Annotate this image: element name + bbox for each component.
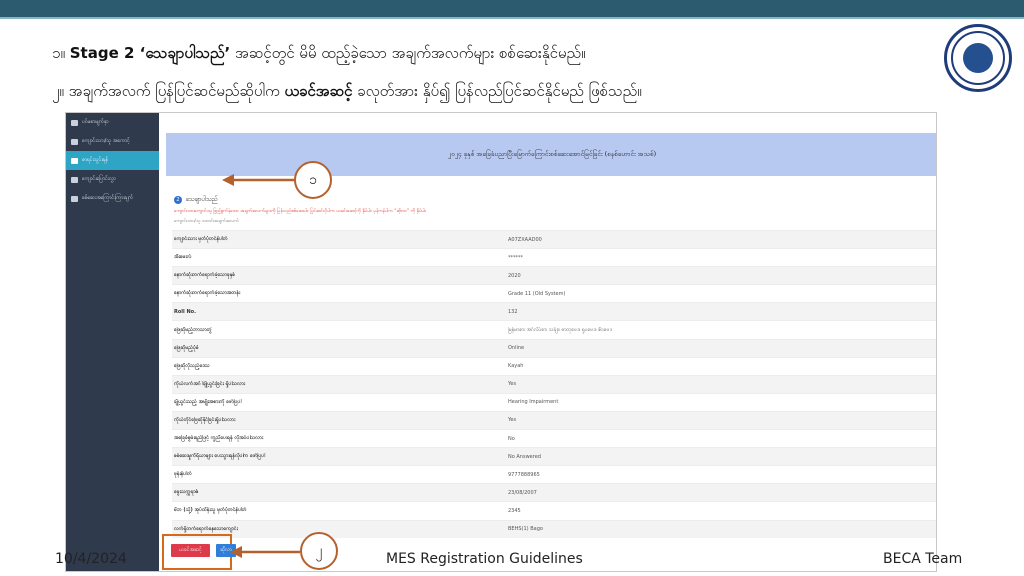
sidebar-item-transfer[interactable]: ကျောင်းပြောင်းလွှာ [66, 170, 159, 189]
logo-ring [951, 31, 1005, 85]
row-label: ဖြေဆိုမည့်ဘာသာတွဲ [174, 326, 212, 333]
row-label: မိဘ (သို့) အုပ်ထိန်းသူ မှတ်ပုံတင်နံပါတ် [174, 507, 247, 514]
instruction-1-stage: Stage 2 [69, 44, 140, 62]
list-icon [71, 157, 78, 164]
row-label: ကိုယ်တိုင်ဖြေဆိုနိုင်ခြင်းရှိပါသလား [174, 416, 236, 423]
row-label: နောက်ဆုံးတက်ရောက်ခဲ့သောအတန်း [174, 290, 241, 297]
row-label: ဖြေဆိုလိုသည့်ဒေသ [174, 362, 210, 369]
row-label: နောက်ဆုံးတက်ရောက်ခဲ့သောခုနှစ် [174, 272, 236, 279]
footer-team: BECA Team [883, 551, 963, 567]
instruction-2-rest: ခလုတ်အား နှိပ်၍ ပြန်လည်ပြင်ဆင်နိုင်မည် ဖ… [352, 82, 642, 100]
instruction-line-2: ၂။ အချက်အလက် ပြန်ပြင်ဆင်မည်ဆိုပါက ယခင်အဆ… [52, 82, 642, 104]
row-value: Hearing Impairment [508, 399, 559, 406]
table-row: Roll No. 132 [172, 302, 936, 321]
sidebar: ပင်မစာမျက်နှာ ကျောင်းသား/သူ အကောင့် စာရင… [66, 113, 159, 571]
account-icon [71, 138, 78, 145]
row-value: 9777888965 [508, 471, 540, 478]
previous-step-button[interactable]: ယခင်အဆင့် [171, 544, 210, 557]
row-value: No [508, 435, 515, 442]
row-value: No Answered [508, 453, 541, 460]
row-label: ကျောင်းသား မှတ်ပုံတင်နံပါတ် [174, 236, 228, 243]
row-label: ဖုန်းနံပါတ် [174, 471, 192, 478]
table-row: စစ်ဆေးမှုကိရိယာများ ပေးသွားရန်လိုပါက ဖော… [172, 447, 936, 466]
row-value: 23/08/2007 [508, 489, 537, 496]
row-value: Kayah [508, 363, 524, 370]
table-row: အခြေခံစွမ်းရည်ဖြင့် ကူညီပေးရန် လိုအပ်ပါသ… [172, 429, 936, 447]
table-row: ဖြေဆိုမည့်ဘာသာတွဲ မြန်မာစာ၊ အင်္ဂလိပ်စာ၊ … [172, 320, 936, 338]
row-value: Yes [508, 381, 517, 388]
sidebar-item-account[interactable]: ကျောင်းသား/သူ အကောင့် [66, 132, 159, 151]
row-value: 2020 [508, 272, 521, 279]
review-table: ကျောင်းသား မှတ်ပုံတင်နံပါတ် A07ZXAAD00 အီ… [172, 230, 936, 538]
footer-date: 10/4/2024 [55, 551, 127, 567]
instruction-1-number: ၁။ [52, 44, 70, 62]
row-value: မြန်မာစာ၊ အင်္ဂလိပ်စာ၊ သင်္ချာ၊ ဓာတုဗေဒ၊… [508, 326, 613, 333]
row-value: BEHS(1) Bago [508, 526, 543, 533]
list-icon [71, 176, 78, 183]
warning-text: ကျောင်းသားကျောင်းသူ ဖြည့်စွက်ခဲ့သော အချက… [174, 209, 427, 214]
table-row: ကိုယ်တိုင်ဖြေဆိုနိုင်ခြင်းရှိပါသလား Yes [172, 410, 936, 430]
row-label: စစ်ဆေးမှုကိရိယာများ ပေးသွားရန်လိုပါက ဖော… [174, 453, 266, 460]
callout-2: ၂ [300, 532, 338, 570]
row-value: A07ZXAAD00 [508, 236, 542, 243]
home-icon [71, 119, 78, 126]
sidebar-item-label: ကျောင်းပြောင်းလွှာ [82, 176, 116, 182]
step-number-badge: 2 [174, 195, 182, 204]
table-row: မွေးသက္ကရာဇ် 23/08/2007 [172, 483, 936, 502]
row-value: Yes [508, 417, 517, 424]
table-row: ချို့ယွင်းသည့် အမျိုးအစားကို ဖော်ပြပါ Hea… [172, 392, 936, 411]
instruction-1-bold: ‘သေချာပါသည်’ [139, 44, 231, 62]
table-row: အီးမေးလ် ****** [172, 248, 936, 266]
sidebar-item-notifications[interactable]: စစ်ဆေးအကြောင်းကြားချက် [66, 189, 159, 208]
instruction-1-rest: အဆင့်တွင် မိမိ ထည့်ခဲ့သော အချက်အလက်များ … [230, 44, 586, 62]
instruction-line-1: ၁။ Stage 2 ‘သေချာပါသည်’ အဆင့်တွင် မိမိ ထ… [52, 44, 586, 66]
table-row: ဖြေဆိုမည့်ပုံစံ Online [172, 338, 936, 357]
row-label: လက်ရှိတက်ရောက်နေသောကျောင်း [174, 525, 238, 532]
section-title: 2 သေချာပါသည် [174, 195, 218, 204]
table-row: နောက်ဆုံးတက်ရောက်ခဲ့သောအတန်း Grade 11 (Ol… [172, 284, 936, 302]
row-label: အီးမေးလ် [174, 254, 192, 261]
table-row: လက်ရှိတက်ရောက်နေသောကျောင်း BEHS(1) Bago [172, 519, 936, 538]
row-label: အခြေခံစွမ်းရည်ဖြင့် ကူညီပေးရန် လိုအပ်ပါသ… [174, 435, 264, 442]
row-label: ဖြေဆိုမည့်ပုံစံ [174, 344, 199, 351]
row-label: မွေးသက္ကရာဇ် [174, 489, 199, 496]
list-icon [71, 195, 78, 202]
row-label: ကိုယ်လက်အင်္ဂါချို့ယွင်းခြင်း ရှိပါသလား [174, 380, 246, 387]
main-content: ၂၀၂၄ ခုနှစ် အခြေခံပညာပြီးမြောက်ကြောင်းစစ… [166, 133, 936, 571]
row-value: 132 [508, 308, 518, 315]
callout-1: ၁ [294, 161, 332, 199]
row-label: Roll No. [174, 308, 196, 315]
registration-app-screenshot: ပင်မစာမျက်နှာ ကျောင်းသား/သူ အကောင့် စာရင… [65, 112, 937, 572]
table-row: ကျောင်းသား မှတ်ပုံတင်နံပါတ် A07ZXAAD00 [172, 230, 936, 249]
panel-header: ၂၀၂၄ ခုနှစ် အခြေခံပညာပြီးမြောက်ကြောင်းစစ… [166, 133, 936, 176]
sidebar-item-register[interactable]: စာရင်းသွင်းရန် [66, 151, 159, 170]
sidebar-item-label: စာရင်းသွင်းရန် [82, 157, 109, 163]
table-row: နောက်ဆုံးတက်ရောက်ခဲ့သောခုနှစ် 2020 [172, 266, 936, 285]
panel-title: ၂၀၂၄ ခုနှစ် အခြေခံပညာပြီးမြောက်ကြောင်းစစ… [447, 149, 657, 158]
table-row: ဖုန်းနံပါတ် 9777888965 [172, 465, 936, 483]
callout-1-arrow-icon [222, 174, 296, 186]
instruction-2-bold: ယခင်အဆင့် [284, 82, 353, 100]
row-value: 2345 [508, 507, 521, 514]
footer-title: MES Registration Guidelines [386, 551, 583, 567]
table-row: မိဘ (သို့) အုပ်ထိန်းသူ မှတ်ပုံတင်နံပါတ် 2… [172, 501, 936, 519]
table-row: ဖြေဆိုလိုသည့်ဒေသ Kayah [172, 356, 936, 375]
sidebar-item-label: ကျောင်းသား/သူ အကောင့် [82, 138, 130, 144]
callout-2-arrow-icon [230, 546, 300, 558]
row-label: ချို့ယွင်းသည့် အမျိုးအစားကို ဖော်ပြပါ [174, 398, 242, 405]
top-banner-bar [0, 0, 1024, 19]
row-value: ****** [508, 254, 523, 261]
sidebar-item-label: ပင်မစာမျက်နှာ [82, 119, 109, 125]
section-title-text: သေချာပါသည် [186, 196, 218, 203]
logo-emblem-icon [963, 43, 993, 73]
ministry-logo [944, 24, 1012, 92]
table-row: ကိုယ်လက်အင်္ဂါချို့ယွင်းခြင်း ရှိပါသလား Y… [172, 374, 936, 393]
row-value: Grade 11 (Old System) [508, 290, 566, 297]
row-value: Online [508, 345, 525, 352]
section-subnote: ကျောင်းသား/သူ သတင်းအချက်အလက် [174, 219, 239, 224]
sidebar-item-home[interactable]: ပင်မစာမျက်နှာ [66, 113, 159, 132]
instruction-2-prefix: ၂။ အချက်အလက် ပြန်ပြင်ဆင်မည်ဆိုပါက [52, 82, 285, 100]
sidebar-item-label: စစ်ဆေးအကြောင်းကြားချက် [82, 195, 134, 201]
